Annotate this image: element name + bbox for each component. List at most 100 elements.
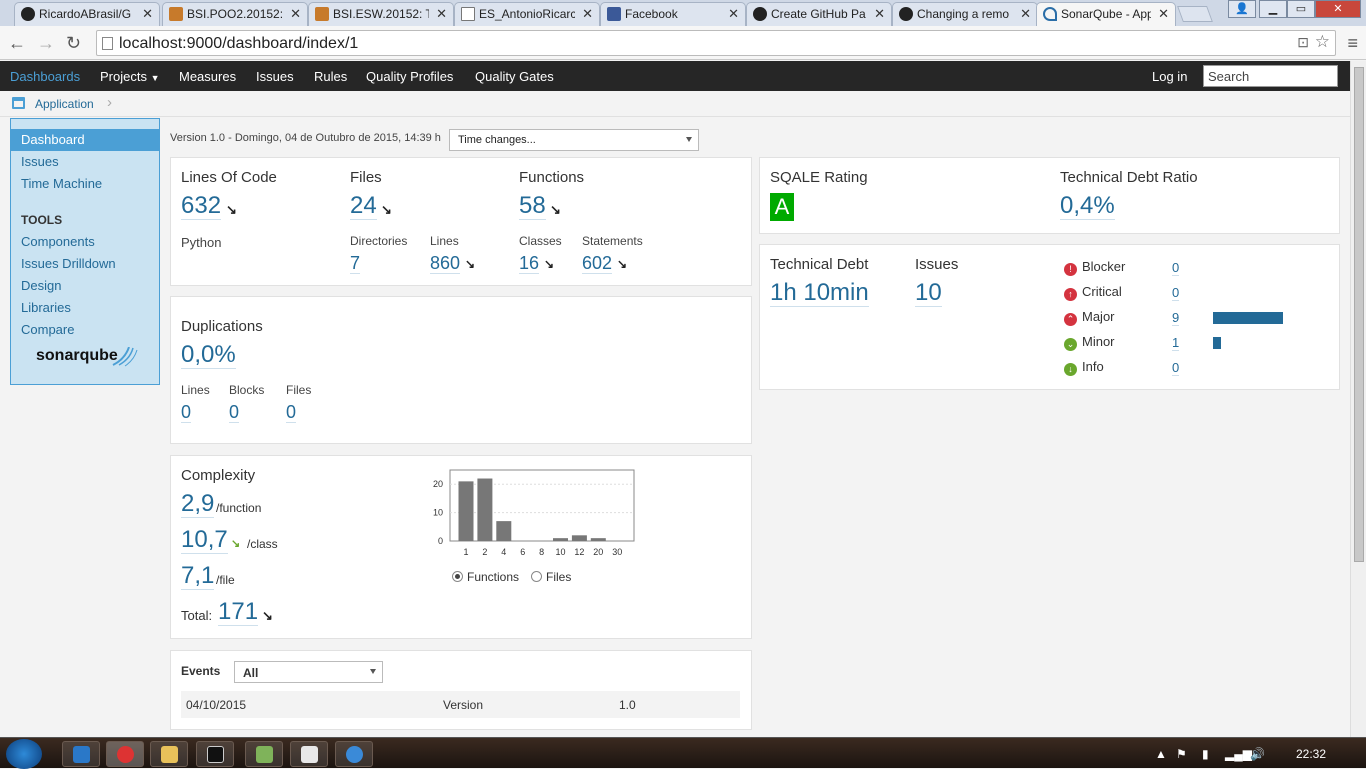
breadcrumb-application[interactable]: Application [35, 97, 94, 111]
sidebar-item-issues[interactable]: Issues [21, 154, 59, 169]
chrome-icon[interactable] [106, 741, 144, 767]
classes-label: Classes [519, 234, 562, 248]
debt-ratio-value[interactable]: 0,4% [1060, 193, 1115, 220]
clock[interactable]: 22:32 [1296, 747, 1326, 761]
lines-value[interactable]: 860 [430, 253, 461, 274]
nav-dashboards[interactable]: Dashboards [10, 69, 80, 84]
severity-count[interactable]: 9 [1172, 310, 1180, 326]
dup-lines-value[interactable]: 0 [181, 402, 192, 423]
close-icon[interactable]: ✕ [142, 6, 153, 22]
sidebar-item-issues-drilldown[interactable]: Issues Drilldown [21, 256, 116, 271]
dup-blocks-value[interactable]: 0 [229, 402, 240, 423]
issues-value[interactable]: 10 [915, 280, 942, 307]
nav-issues[interactable]: Issues [256, 69, 294, 84]
directories-value[interactable]: 7 [350, 253, 361, 274]
info-icon: ↓ [1064, 363, 1077, 376]
window-close-button[interactable]: ✕ [1315, 0, 1361, 18]
media-player-icon[interactable] [62, 741, 100, 767]
close-icon[interactable]: ✕ [1020, 6, 1031, 22]
browser-tab[interactable]: RicardoABrasil/G ✕ [14, 2, 160, 26]
browser-tab[interactable]: ES_AntonioRicarc ✕ [454, 2, 600, 26]
start-button[interactable] [6, 739, 42, 769]
back-icon[interactable]: ← [8, 33, 26, 54]
explorer-icon[interactable] [150, 741, 188, 767]
sqale-rating-badge[interactable]: A [770, 193, 794, 221]
close-icon[interactable]: ✕ [874, 6, 885, 22]
nav-projects[interactable]: Projects ▼ [100, 69, 160, 84]
nav-quality-profiles[interactable]: Quality Profiles [366, 69, 453, 84]
per-function-unit: /function [216, 501, 262, 515]
statements-value[interactable]: 602 [582, 253, 613, 274]
volume-icon[interactable]: 🔊 [1250, 747, 1265, 761]
network-icon[interactable]: ▂▄▆ [1225, 747, 1252, 761]
events-filter-select[interactable]: All [234, 661, 383, 683]
sidebar-item-design[interactable]: Design [21, 278, 61, 293]
radio-functions[interactable]: Functions [452, 570, 519, 584]
terminal-icon[interactable] [196, 741, 234, 767]
nav-measures[interactable]: Measures [179, 69, 236, 84]
maximize-button[interactable]: ▭ [1287, 0, 1315, 18]
browser-tab[interactable]: Create GitHub Pa ✕ [746, 2, 892, 26]
severity-count[interactable]: 0 [1172, 360, 1180, 376]
severity-count[interactable]: 0 [1172, 260, 1180, 276]
user-icon[interactable]: 👤 [1228, 0, 1256, 18]
scrollbar-thumb[interactable] [1354, 67, 1364, 562]
close-icon[interactable]: ✕ [436, 6, 447, 22]
event-date: 04/10/2015 [186, 698, 247, 712]
browser-tab[interactable]: BSI.ESW.20152: T ✕ [308, 2, 454, 26]
critical-icon: ↑ [1064, 288, 1077, 301]
time-changes-select[interactable]: Time changes... [449, 129, 699, 151]
complexity-total[interactable]: 171 [218, 599, 259, 626]
duplications-density[interactable]: 0,0% [181, 342, 236, 369]
sidebar-item-time-machine[interactable]: Time Machine [21, 176, 102, 191]
forward-icon[interactable]: → [37, 33, 55, 54]
sidebar-item-dashboard[interactable]: Dashboard [11, 129, 159, 151]
notepad-plus-icon[interactable] [245, 741, 283, 767]
document-icon[interactable] [290, 741, 328, 767]
search-input[interactable]: Search [1203, 65, 1338, 87]
tray-expand-icon[interactable]: ▲ [1155, 747, 1167, 761]
complexity-per-class[interactable]: 10,7 [181, 527, 228, 554]
radio-files[interactable]: Files [531, 570, 571, 584]
sidebar-item-libraries[interactable]: Libraries [21, 300, 71, 315]
chart-bar [590, 538, 606, 541]
new-tab-button[interactable] [1177, 6, 1213, 22]
close-icon[interactable]: ✕ [290, 6, 301, 22]
browser-tab[interactable]: BSI.POO2.20152: ✕ [162, 2, 308, 26]
browser-tab[interactable]: Changing a remo ✕ [892, 2, 1038, 26]
nav-quality-gates[interactable]: Quality Gates [475, 69, 554, 84]
loc-value[interactable]: 632 [181, 193, 222, 220]
technical-debt-value[interactable]: 1h 10min [770, 280, 869, 307]
address-bar[interactable]: localhost:9000/dashboard/index/1 ⊡ ☆ [96, 30, 1336, 56]
close-icon[interactable]: ✕ [582, 6, 593, 22]
minimize-button[interactable]: ▁ [1259, 0, 1287, 18]
translate-icon[interactable]: ⊡ [1297, 34, 1309, 51]
url-text: localhost:9000/dashboard/index/1 [119, 35, 359, 52]
severity-count[interactable]: 0 [1172, 285, 1180, 301]
classes-value[interactable]: 16 [519, 253, 540, 274]
nav-rules[interactable]: Rules [314, 69, 347, 84]
complexity-per-function[interactable]: 2,9 [181, 491, 215, 518]
battery-icon[interactable]: ▮ [1202, 747, 1209, 761]
browser-tab[interactable]: Facebook ✕ [600, 2, 746, 26]
bookmark-star-icon[interactable]: ☆ [1315, 32, 1330, 52]
lines-label: Lines [430, 234, 459, 248]
close-icon[interactable]: ✕ [728, 6, 739, 22]
flag-icon[interactable]: ⚑ [1176, 747, 1187, 761]
page-scrollbar[interactable] [1350, 61, 1366, 737]
version-info: Version 1.0 - Domingo, 04 de Outubro de … [170, 132, 441, 144]
dup-files-value[interactable]: 0 [286, 402, 297, 423]
browser-tab-active[interactable]: SonarQube - App ✕ [1036, 2, 1176, 26]
sidebar-item-components[interactable]: Components [21, 234, 95, 249]
reload-icon[interactable]: ↻ [66, 33, 81, 54]
sidebar-item-compare[interactable]: Compare [21, 322, 74, 337]
files-value[interactable]: 24 [350, 193, 377, 220]
internet-explorer-icon[interactable] [335, 741, 373, 767]
severity-count[interactable]: 1 [1172, 335, 1180, 351]
login-link[interactable]: Log in [1152, 69, 1187, 84]
close-icon[interactable]: ✕ [1158, 6, 1169, 22]
complexity-per-file[interactable]: 7,1 [181, 563, 215, 590]
menu-icon[interactable]: ≡ [1347, 33, 1358, 54]
chart-x-tick-label: 20 [593, 547, 603, 557]
functions-value[interactable]: 58 [519, 193, 546, 220]
